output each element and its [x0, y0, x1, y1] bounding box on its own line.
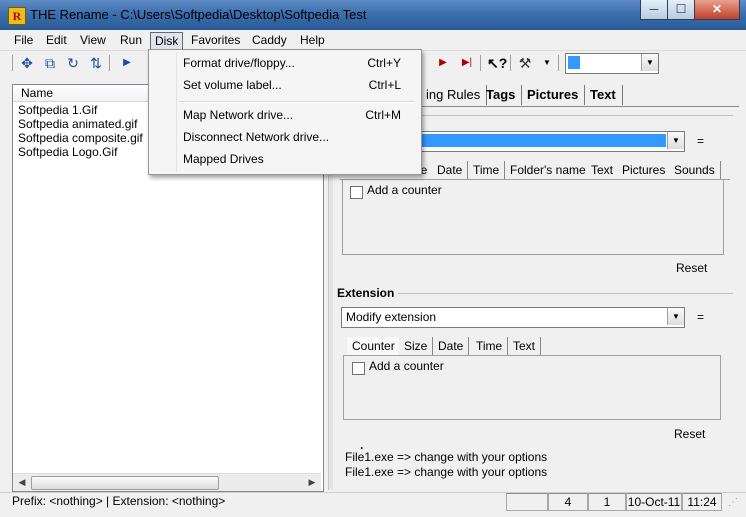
menu-separator [179, 101, 415, 103]
last-icon[interactable]: ▶| [458, 54, 476, 72]
refresh-icon[interactable]: ↻ [64, 54, 82, 72]
drive-combo[interactable]: ▼ [565, 53, 659, 74]
chevron-down-icon[interactable]: ▼ [667, 132, 684, 149]
toggle-icon[interactable]: ⇅ [87, 54, 105, 72]
chevron-down-icon[interactable]: ▼ [641, 54, 658, 71]
extension-counter-panel: Add a counter [343, 355, 721, 420]
subtab-size[interactable]: Size [399, 337, 434, 355]
list-item[interactable]: Softpedia animated.gif [18, 117, 137, 131]
extension-title: Extension [337, 286, 395, 300]
minimize-button[interactable]: ─ [640, 0, 668, 20]
copy-icon[interactable]: ⧉ [41, 54, 59, 72]
menu-item-map-network-drive[interactable]: Map Network drive... [183, 108, 293, 122]
drive-selection [568, 56, 580, 69]
extension-combo-value: Modify extension [346, 310, 437, 324]
move-icon[interactable]: ✥ [18, 54, 36, 72]
menu-help[interactable]: Help [296, 32, 329, 48]
extension-combo[interactable]: Modify extension ▼ [341, 307, 685, 328]
subtab-text[interactable]: Text [508, 337, 542, 355]
scroll-thumb[interactable] [31, 476, 219, 490]
menu-run[interactable]: Run [116, 32, 146, 48]
extension-subtabs: Counter Size Date Time Text [343, 337, 719, 356]
status-selected: 1 [588, 493, 626, 511]
status-time: 11:24 [682, 493, 722, 511]
toolbar-separator [558, 55, 559, 71]
tab-naming-rules[interactable]: ing Rules [420, 85, 488, 105]
menu-caddy[interactable]: Caddy [248, 32, 291, 48]
play-icon[interactable]: ▶ [118, 54, 136, 72]
menu-gutter [176, 52, 177, 172]
list-item[interactable]: Softpedia composite.gif [18, 131, 143, 145]
tab-text[interactable]: Text [584, 85, 623, 105]
subtab-time[interactable]: Time [471, 337, 509, 355]
menu-shortcut: Ctrl+M [365, 108, 401, 122]
toolbar-separator [510, 55, 511, 71]
toolbar-separator [109, 55, 110, 71]
subtab-date[interactable]: Date [432, 161, 469, 179]
add-counter-label: Add a counter [367, 183, 442, 197]
tab-pictures[interactable]: Pictures [521, 85, 586, 105]
subtab-folders-name[interactable]: Folder's name [505, 161, 592, 179]
resize-grip-icon[interactable]: ⋰ [728, 497, 738, 508]
menu-edit[interactable]: Edit [42, 32, 71, 48]
add-counter-checkbox[interactable] [352, 362, 365, 375]
chevron-down-icon[interactable]: ▼ [538, 54, 556, 72]
scroll-right-icon[interactable]: ▶ [304, 475, 320, 490]
column-header-label: Name [21, 86, 54, 100]
subtab-date[interactable]: Date [433, 337, 470, 355]
toolbar-separator [480, 55, 481, 71]
subtab-sounds[interactable]: Sounds [669, 161, 721, 179]
horizontal-scrollbar[interactable]: ◀ ▶ [13, 473, 321, 491]
extension-reset-button[interactable]: Reset [674, 427, 705, 441]
list-item[interactable]: Softpedia Logo.Gif [18, 145, 117, 159]
status-prefix: Prefix: <nothing> | Extension: <nothing> [12, 494, 226, 508]
subtab-text[interactable]: Text [586, 161, 620, 179]
app-icon: R [8, 7, 26, 25]
list-item[interactable]: Softpedia 1.Gif [18, 103, 97, 117]
status-empty [506, 493, 548, 511]
menu-item-mapped-drives[interactable]: Mapped Drives [183, 152, 264, 166]
close-button[interactable]: ✕ [694, 0, 740, 20]
help-icon[interactable]: ↖? [487, 54, 507, 72]
subtab-pictures[interactable]: Pictures [617, 161, 672, 179]
menu-disk[interactable]: Disk [150, 32, 184, 50]
add-counter-label: Add a counter [369, 359, 444, 373]
chevron-down-icon[interactable]: ▼ [667, 308, 684, 325]
preview-line: File1.exe => change with your options [345, 450, 548, 464]
window-title: THE Rename - C:\Users\Softpedia\Desktop\… [30, 7, 367, 22]
tools-icon[interactable]: ⚒ [516, 54, 534, 72]
menu-file[interactable]: File [10, 32, 37, 48]
menu-item-format-drive[interactable]: Format drive/floppy... [183, 56, 295, 70]
group-line [398, 293, 733, 294]
name-reset-button[interactable]: Reset [676, 261, 707, 275]
menu-item-disconnect-network-drive[interactable]: Disconnect Network drive... [183, 130, 329, 144]
scroll-left-icon[interactable]: ◀ [14, 475, 30, 490]
equals-sign: = [697, 310, 705, 324]
equals-sign: = [697, 134, 705, 148]
menu-shortcut: Ctrl+Y [367, 56, 401, 70]
preview-line: File1.exe => change with your options [345, 465, 548, 479]
menu-favorites[interactable]: Favorites [187, 32, 244, 48]
menu-item-set-volume-label[interactable]: Set volume label... [183, 78, 282, 92]
status-date: 10-Oct-11 [626, 493, 682, 511]
subtab-time[interactable]: Time [468, 161, 506, 179]
add-counter-checkbox[interactable] [350, 186, 363, 199]
subtab-counter[interactable]: Counter [347, 337, 401, 355]
prev-icon[interactable]: ▶ [434, 54, 452, 72]
menu-shortcut: Ctrl+L [368, 78, 401, 92]
tab-tags[interactable]: Tags [480, 85, 523, 105]
name-counter-panel: Add a counter [342, 179, 724, 255]
disk-menu: Format drive/floppy... Ctrl+Y Set volume… [148, 49, 422, 175]
status-bar: Prefix: <nothing> | Extension: <nothing>… [0, 492, 746, 517]
status-count: 4 [548, 493, 588, 511]
toolbar-separator [12, 55, 13, 71]
menu-bar: File Edit View Run Disk Favorites Caddy … [0, 30, 746, 51]
title-bar: R THE Rename - C:\Users\Softpedia\Deskto… [0, 0, 746, 30]
maximize-button[interactable]: ☐ [667, 0, 695, 20]
menu-view[interactable]: View [76, 32, 110, 48]
